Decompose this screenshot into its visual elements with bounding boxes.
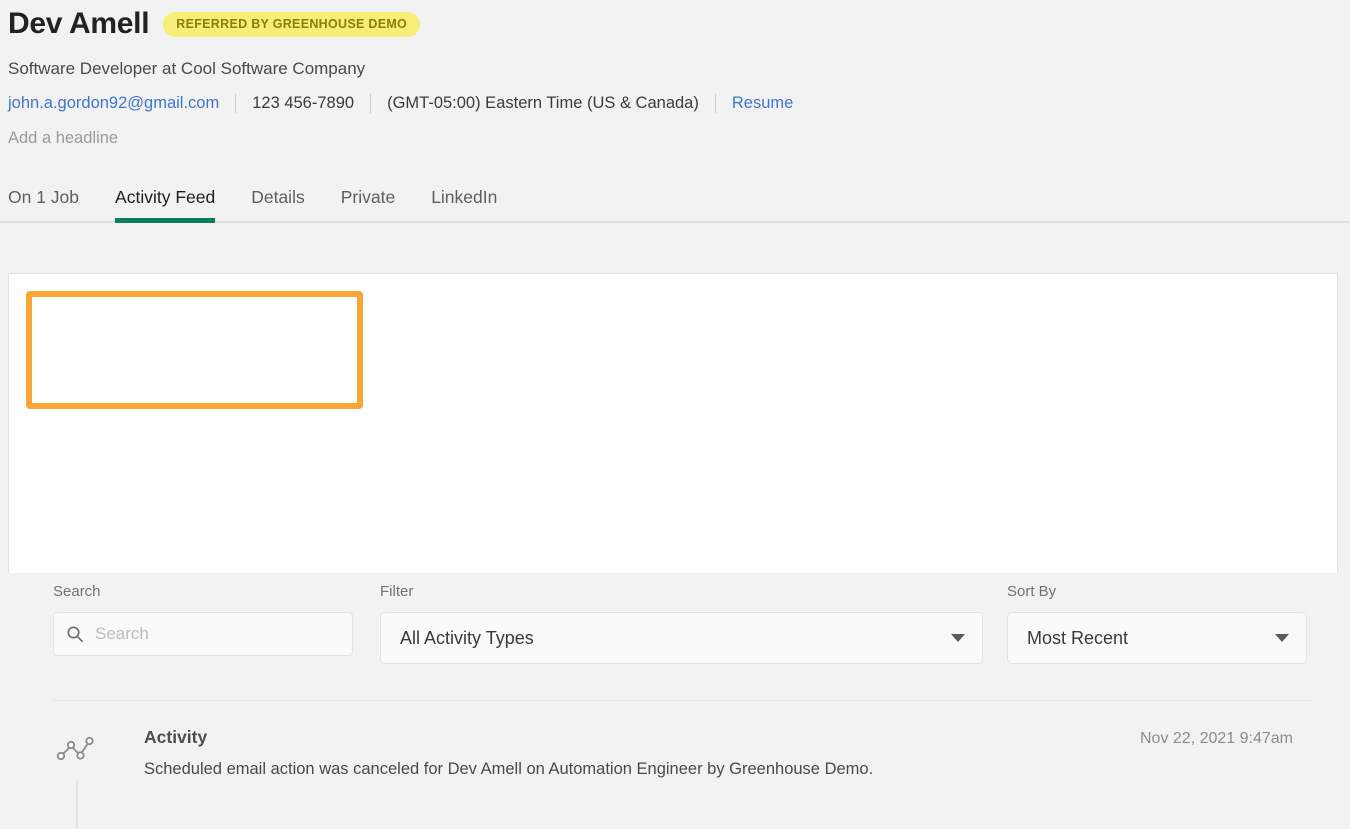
sort-field-group: Sort By Most Recent [1007,583,1307,664]
filter-label: Filter [380,583,414,600]
contact-row: john.a.gordon92@gmail.com 123 456-7890 (… [8,93,1350,113]
contact-divider [370,93,372,113]
tab-linkedin[interactable]: LinkedIn [431,187,497,221]
search-field-group: Search [53,583,355,656]
activity-header-row: Activity Nov 22, 2021 9:47am [144,726,1293,749]
chevron-down-icon [951,634,965,642]
activity-description: Scheduled email action was canceled for … [144,760,874,778]
phone-number: 123 456-7890 [252,94,355,112]
filter-field-group: Filter All Activity Types [380,583,983,664]
chevron-down-icon [1275,634,1289,642]
tab-details[interactable]: Details [251,187,305,221]
search-icon [66,625,84,643]
profile-header: Dev Amell REFERRED BY GREENHOUSE DEMO So… [0,0,1350,148]
tab-on-1-job[interactable]: On 1 Job [8,187,79,221]
headline-title: Software Developer at Cool Software Comp… [8,59,366,78]
activity-line-chart-icon [56,734,95,769]
resume-link[interactable]: Resume [732,93,793,113]
tab-bar: On 1 Job Activity Feed Details Private L… [0,173,1350,223]
contact-divider [714,93,716,113]
search-label: Search [53,583,101,600]
search-input[interactable] [95,624,340,644]
activity-feed-card: Search Filter All Activity Types Sort By… [8,273,1338,829]
add-headline-field[interactable]: Add a headline [8,128,1350,148]
email-link[interactable]: john.a.gordon92@gmail.com [8,93,219,113]
filter-select[interactable]: All Activity Types [380,612,983,664]
tab-activity-feed[interactable]: Activity Feed [115,187,216,223]
activity-body: Activity Nov 22, 2021 9:47am Scheduled e… [144,726,1293,780]
activity-title: Activity [144,727,208,747]
status-badge: REFERRED BY GREENHOUSE DEMO [163,11,421,37]
timezone-text: (GMT-05:00) Eastern Time (US & Canada) [387,94,699,112]
page-title: Dev Amell [8,7,150,40]
sort-select[interactable]: Most Recent [1007,612,1307,664]
sort-label: Sort By [1007,583,1057,600]
contact-divider [235,93,237,113]
activity-timestamp: Nov 22, 2021 9:47am [1140,730,1293,747]
timeline-connector [76,781,78,829]
list-divider [53,700,1312,701]
filter-selected-value: All Activity Types [400,628,534,648]
name-row: Dev Amell REFERRED BY GREENHOUSE DEMO [8,0,1350,44]
tab-private[interactable]: Private [341,187,395,221]
sort-selected-value: Most Recent [1027,628,1129,648]
search-input-box[interactable] [53,612,353,656]
